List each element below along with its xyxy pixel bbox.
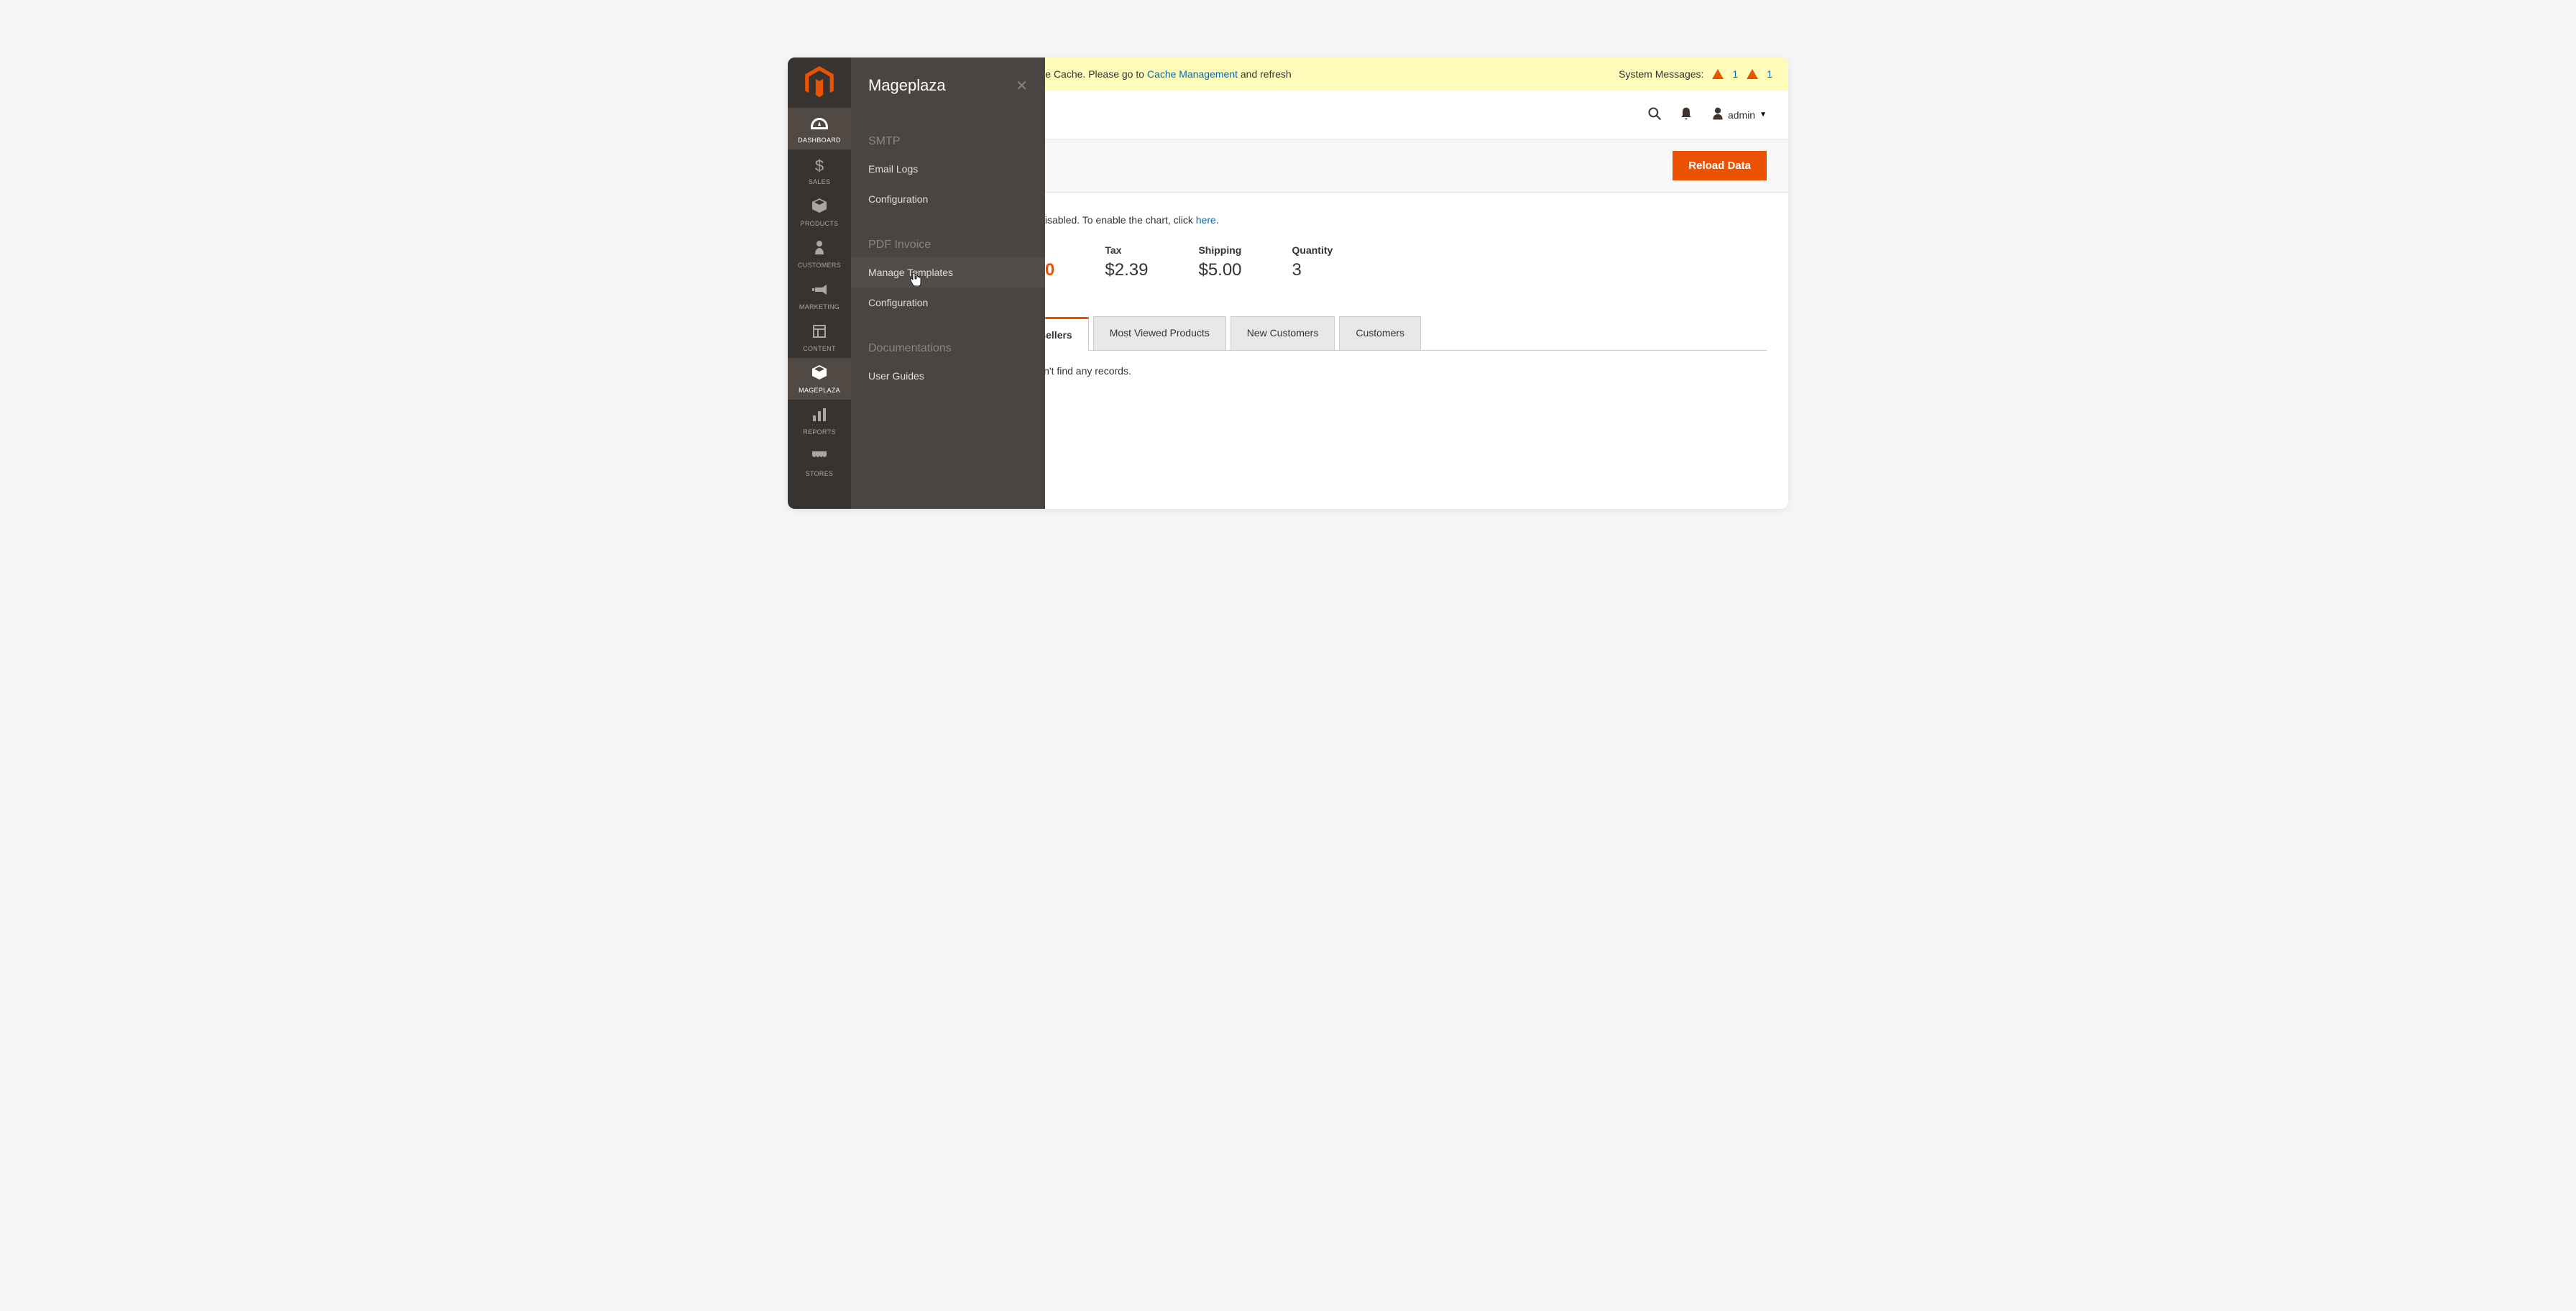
warning-icon[interactable] — [1747, 69, 1758, 79]
magento-logo-icon — [805, 66, 834, 99]
submenu-item-smtp-configuration[interactable]: Configuration — [868, 184, 1028, 214]
stat-value: $2.39 — [1105, 260, 1148, 280]
stat-label: Tax — [1105, 244, 1148, 256]
submenu-title: Mageplaza — [868, 76, 946, 95]
warning-count[interactable]: 1 — [1732, 68, 1738, 80]
cache-management-link[interactable]: Cache Management — [1147, 68, 1238, 80]
sidebar-item-marketing[interactable]: MARKETING — [788, 275, 851, 316]
submenu-section-smtp: SMTP — [868, 111, 1028, 154]
sidebar-item-products[interactable]: PRODUCTS — [788, 191, 851, 233]
submenu-item-user-guides[interactable]: User Guides — [868, 361, 1028, 391]
dollar-icon: $ — [815, 157, 824, 175]
admin-dropdown[interactable]: admin ▼ — [1711, 106, 1767, 123]
sidebar-item-label: STORES — [806, 470, 834, 477]
tab-customers[interactable]: Customers — [1339, 316, 1421, 350]
magento-logo[interactable] — [788, 58, 851, 108]
cursor-hand-icon — [910, 273, 921, 288]
dashboard-icon — [811, 115, 828, 134]
sidebar-item-reports[interactable]: REPORTS — [788, 400, 851, 441]
submenu-item-pdf-configuration[interactable]: Configuration — [868, 288, 1028, 318]
stat-label: Quantity — [1292, 244, 1333, 256]
sidebar-item-customers[interactable]: CUSTOMERS — [788, 233, 851, 275]
system-messages-right: System Messages: 1 1 — [1619, 68, 1772, 80]
stat-shipping: Shipping $5.00 — [1198, 244, 1241, 280]
sidebar-item-label: DASHBOARD — [798, 137, 841, 144]
header-actions: admin ▼ — [1647, 106, 1767, 123]
sidebar-item-content[interactable]: CONTENT — [788, 316, 851, 358]
admin-label: admin — [1728, 109, 1755, 121]
stat-tax: Tax $2.39 — [1105, 244, 1148, 280]
layout-icon — [813, 323, 826, 342]
stat-quantity: Quantity 3 — [1292, 244, 1333, 280]
sidebar-item-label: PRODUCTS — [801, 220, 839, 227]
sidebar-item-label: SALES — [809, 178, 831, 185]
close-icon[interactable]: ✕ — [1016, 77, 1028, 95]
sidebar-item-label: CUSTOMERS — [798, 262, 841, 269]
sidebar-item-mageplaza[interactable]: MAGEPLAZA — [788, 358, 851, 400]
right-column: Chart is disabled. To enable the chart, … — [1002, 214, 1767, 487]
submenu-item-manage-templates[interactable]: Manage Templates — [851, 257, 1045, 288]
submenu-panel: Mageplaza ✕ SMTP Email Logs Configuratio… — [851, 58, 1045, 509]
chart-disabled-message: Chart is disabled. To enable the chart, … — [1002, 214, 1767, 226]
megaphone-icon — [812, 282, 827, 300]
stat-value: 3 — [1292, 260, 1333, 280]
tabs-row: Bestsellers Most Viewed Products New Cus… — [1002, 316, 1767, 351]
sidebar-item-sales[interactable]: $ SALES — [788, 150, 851, 191]
stats-row: Revenue $61.00 Tax $2.39 Shipping $5.00 … — [1002, 244, 1767, 280]
sidebar-item-label: MARKETING — [799, 303, 840, 310]
sidebar-item-label: MAGEPLAZA — [799, 387, 840, 394]
submenu-section-documentations: Documentations — [868, 318, 1028, 361]
sidebar-item-label: CONTENT — [803, 345, 836, 352]
bar-chart-icon — [813, 407, 826, 426]
stat-value: $5.00 — [1198, 260, 1241, 280]
store-icon — [812, 448, 827, 467]
person-icon — [814, 240, 825, 259]
submenu-section-pdf-invoice: PDF Invoice — [868, 214, 1028, 257]
sidebar-item-label: REPORTS — [803, 428, 835, 436]
sidebar-item-stores[interactable]: STORES — [788, 441, 851, 483]
box-icon — [812, 198, 827, 217]
stat-label: Shipping — [1198, 244, 1241, 256]
search-icon[interactable] — [1647, 106, 1662, 123]
app-window: DASHBOARD $ SALES PRODUCTS CUSTOMERS MAR… — [788, 58, 1788, 509]
package-icon — [812, 365, 827, 384]
submenu-item-email-logs[interactable]: Email Logs — [868, 154, 1028, 184]
system-messages-label: System Messages: — [1619, 68, 1703, 80]
sidebar-item-dashboard[interactable]: DASHBOARD — [788, 108, 851, 150]
chevron-down-icon: ▼ — [1760, 111, 1767, 119]
reload-data-button[interactable]: Reload Data — [1673, 151, 1767, 180]
main-sidebar: DASHBOARD $ SALES PRODUCTS CUSTOMERS MAR… — [788, 58, 851, 509]
user-icon — [1711, 106, 1725, 123]
warning-count[interactable]: 1 — [1767, 68, 1772, 80]
enable-chart-link[interactable]: here — [1196, 214, 1216, 226]
tab-new-customers[interactable]: New Customers — [1230, 316, 1335, 350]
tab-content: We couldn't find any records. — [1002, 351, 1767, 391]
notifications-icon[interactable] — [1679, 106, 1693, 123]
tab-most-viewed[interactable]: Most Viewed Products — [1093, 316, 1226, 350]
warning-icon[interactable] — [1712, 69, 1724, 79]
